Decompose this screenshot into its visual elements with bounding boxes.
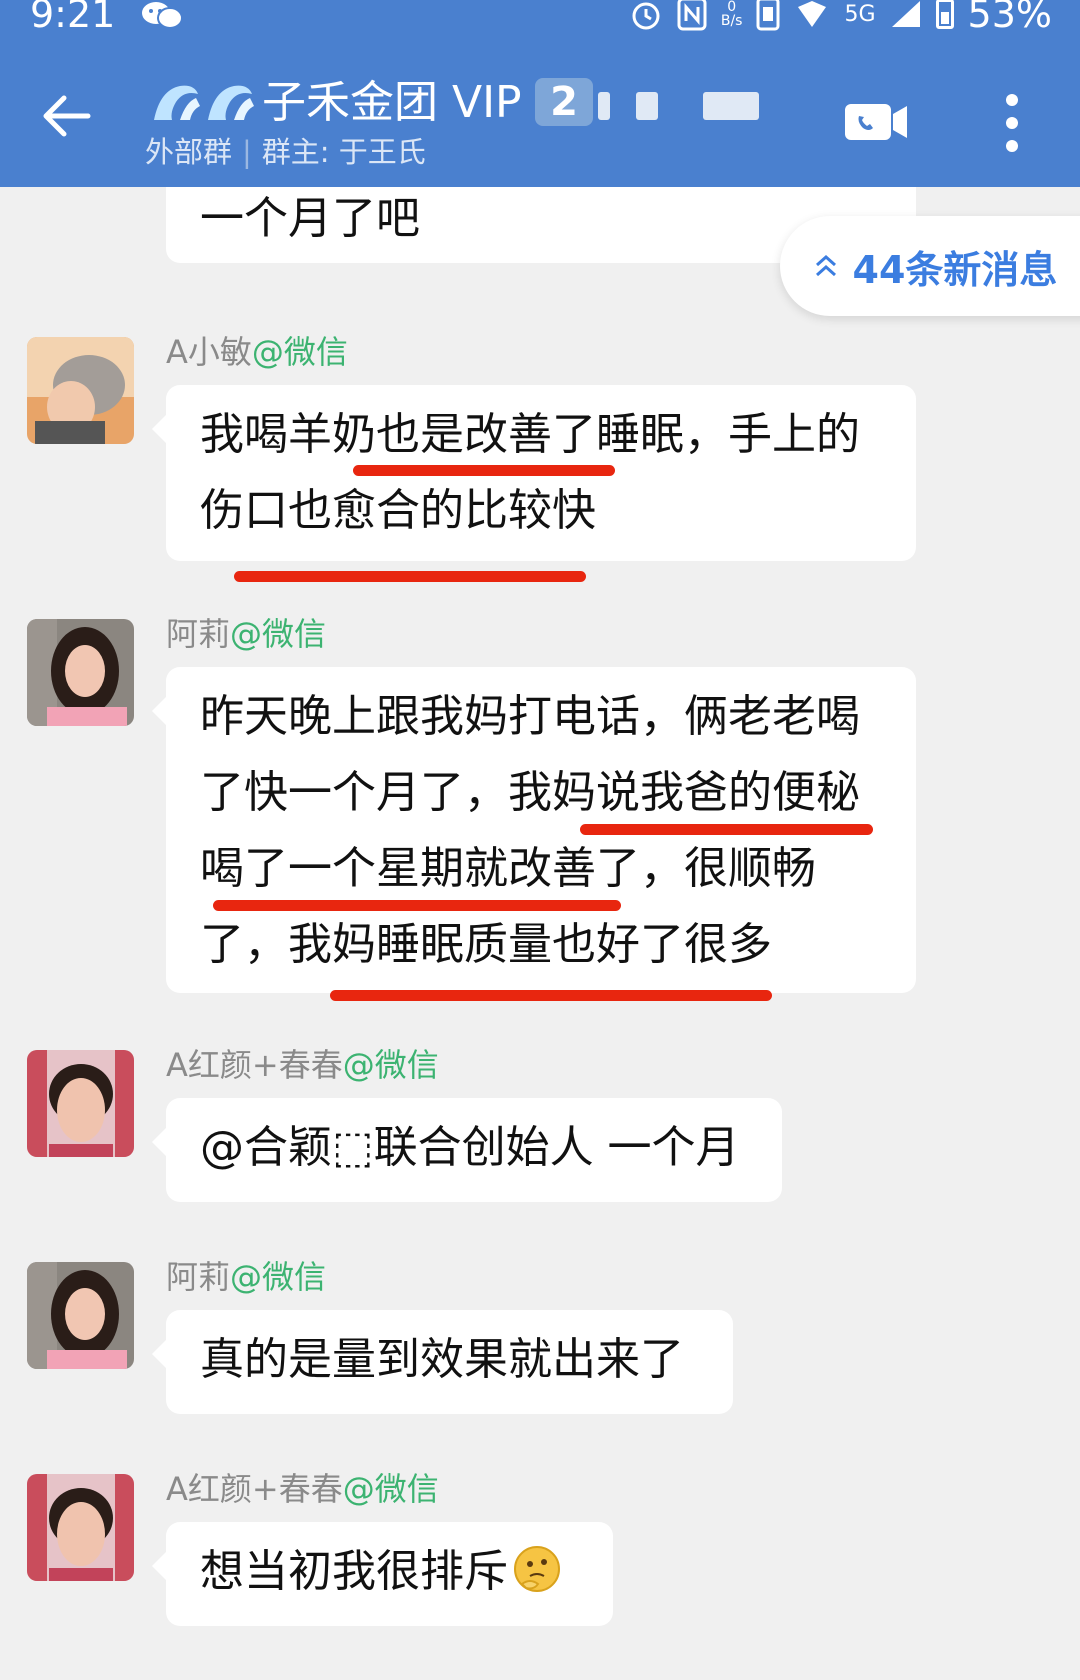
message-line: 伤口也愈合的比较快 <box>200 485 596 536</box>
avatar[interactable] <box>27 619 134 726</box>
nfc-icon <box>677 0 707 31</box>
message-line: 了快一个月了，我妈说我爸的便秘 <box>200 767 860 818</box>
redacted-title <box>636 92 658 120</box>
back-arrow-icon[interactable] <box>36 86 96 146</box>
redacted-title <box>598 92 610 120</box>
new-messages-label: 44条新消息 <box>852 247 1058 292</box>
new-messages-button[interactable]: 44条新消息 <box>780 216 1080 316</box>
avatar-image <box>27 337 134 444</box>
chat-area[interactable]: 一个月了吧 44条新消息 A小敏@微信 我喝羊奶也是改善了睡眠，手上的 伤口也愈… <box>0 187 1080 1680</box>
highlight-underline <box>330 990 772 1001</box>
avatar-image <box>27 1050 134 1157</box>
message-line: 真的是量到效果就出来了 <box>200 1334 684 1385</box>
data-speed-icon: 0 B/s <box>721 0 743 28</box>
sender-name-line: A红颜+春春@微信 <box>166 1045 439 1085</box>
highlight-underline <box>234 571 586 582</box>
message-bubble[interactable]: @合颖⬚联合创始人 一个月 <box>152 1098 782 1202</box>
message-text: 一个月了吧 <box>200 193 420 244</box>
location-icon <box>798 1 827 27</box>
net-speed-unit: B/s <box>720 13 743 29</box>
sender-source: @微信 <box>230 615 327 653</box>
group-title: 子禾金团 VIP <box>262 77 522 128</box>
status-icons: 0 B/s 5G 53% <box>629 0 1052 36</box>
group-logo-icon <box>154 85 254 120</box>
avatar-image <box>27 1474 134 1581</box>
sender-name-line: A红颜+春春@微信 <box>166 1469 439 1509</box>
highlight-underline <box>580 824 873 835</box>
sender-name: A小敏 <box>166 333 252 371</box>
message-line: 喝了一个星期就改善了，很顺畅 <box>200 843 816 894</box>
highlight-underline <box>213 900 621 911</box>
message-line: 我喝羊奶也是改善了睡眠，手上的 <box>200 409 860 460</box>
thinking-emoji-icon <box>514 1546 560 1592</box>
sim-icon <box>756 0 780 31</box>
sender-name-line: A小敏@微信 <box>166 332 348 372</box>
sender-name: A红颜+春春 <box>166 1046 343 1084</box>
status-time: 9:21 <box>30 0 116 36</box>
battery-percent: 53% <box>967 0 1052 36</box>
sender-source: @微信 <box>342 1470 439 1508</box>
message-line: 想当初我很排斥 <box>200 1546 508 1597</box>
sender-source: @微信 <box>230 1258 327 1296</box>
avatar[interactable] <box>27 1050 134 1157</box>
alarm-icon <box>632 2 660 30</box>
sender-name: 阿莉 <box>166 615 231 653</box>
highlight-underline <box>353 465 615 476</box>
double-chevron-up-icon <box>815 254 836 277</box>
avatar[interactable] <box>27 1474 134 1581</box>
sender-name-line: 阿莉@微信 <box>166 614 326 654</box>
redacted-title <box>703 92 759 120</box>
message-line: 了，我妈睡眠质量也好了很多 <box>200 919 772 970</box>
sender-source: @微信 <box>342 1046 439 1084</box>
battery-icon <box>935 0 954 29</box>
message-bubble[interactable]: 想当初我很排斥 <box>152 1522 613 1626</box>
network-type: 5G <box>844 1 876 27</box>
message-line: @合颖⬚联合创始人 一个月 <box>200 1122 740 1173</box>
group-badge: 2 <box>535 78 593 126</box>
sender-name: A红颜+春春 <box>166 1470 343 1508</box>
sender-name: 阿莉 <box>166 1258 231 1296</box>
wechat-icon <box>142 2 183 29</box>
message-line: 昨天晚上跟我妈打电话，俩老老喝 <box>200 691 860 742</box>
divider: | <box>242 135 252 169</box>
avatar-image <box>27 1262 134 1369</box>
avatar-image <box>27 619 134 726</box>
more-options-icon[interactable] <box>1000 92 1024 154</box>
sender-source: @微信 <box>251 333 348 371</box>
group-type: 外部群 <box>145 135 233 169</box>
group-subtitle: 外部群 | 群主: 于王氏 <box>145 134 426 170</box>
video-call-icon[interactable] <box>843 100 909 144</box>
signal-icon <box>891 1 920 27</box>
avatar[interactable] <box>27 337 134 444</box>
sender-name-line: 阿莉@微信 <box>166 1257 326 1297</box>
message-bubble[interactable]: 真的是量到效果就出来了 <box>152 1310 733 1414</box>
header-bar: 9:21 0 B/s 5G 53% 子禾金团 VIP 2 外部群 | 群主: 于… <box>0 0 1080 187</box>
net-speed-value: 0 <box>727 0 737 15</box>
avatar[interactable] <box>27 1262 134 1369</box>
group-owner: 群主: 于王氏 <box>261 135 426 169</box>
